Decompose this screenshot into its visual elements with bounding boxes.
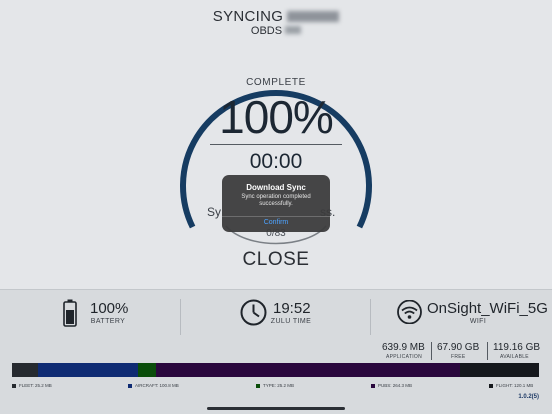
legend-aircraft-label: AIRCRAFT: 100.8 MB	[135, 383, 179, 388]
confirm-button[interactable]: Confirm	[222, 219, 330, 226]
dialog-message: Sync operation completed successfully.	[241, 194, 311, 207]
application-storage-value: 639.9 MB	[382, 342, 425, 353]
legend-pubs: PUBS: 264.3 MB	[371, 383, 412, 388]
progress-gauge	[180, 90, 372, 245]
legend-fleet: FLEET: 25.2 MB	[12, 383, 52, 388]
panel-divider-2	[370, 299, 371, 335]
wifi-network-name: OnSight_WiFi_5G	[427, 300, 548, 317]
legend-aircraft: AIRCRAFT: 100.8 MB	[128, 383, 179, 388]
close-button[interactable]: CLOSE	[226, 249, 326, 271]
home-indicator[interactable]	[207, 407, 345, 410]
available-storage-value: 119.16 GB	[493, 342, 541, 353]
free-storage-label: FREE	[451, 354, 466, 360]
dialog-divider	[222, 216, 330, 217]
wifi-icon	[397, 300, 422, 324]
legend-type: TYPE: 25.2 MB	[256, 383, 294, 388]
application-storage-label: APPLICATION	[386, 354, 422, 360]
download-sync-dialog: Download Sync Sync operation completed s…	[222, 175, 330, 232]
complete-label: COMPLETE	[246, 77, 306, 88]
status-text-left: Sy	[207, 205, 222, 219]
clock-icon	[240, 299, 267, 326]
sync-screen: SYNCING OBDS COMPLETE 100% 00:00 Sy ss. …	[0, 0, 552, 414]
legend-swatch-flight	[489, 383, 493, 388]
storage-segment-type	[138, 363, 156, 377]
zulu-time-label: ZULU TIME	[270, 318, 312, 325]
battery-value: 100%	[90, 300, 129, 317]
app-version: 1.0.2(5)	[518, 394, 539, 400]
legend-type-label: TYPE: 25.2 MB	[263, 383, 295, 388]
legend-swatch-aircraft	[128, 383, 132, 388]
storage-segment-flight	[460, 363, 539, 377]
progress-percent: 100%	[219, 91, 334, 143]
storage-divider-1	[431, 342, 432, 360]
storage-segment-aircraft	[38, 363, 138, 377]
storage-segment-pubs	[156, 363, 460, 377]
storage-segment-fleet	[12, 363, 38, 377]
legend-swatch-type	[256, 383, 260, 388]
legend-flight-label: FLIGHT: 120.1 MB	[496, 383, 534, 388]
dialog-title: Download Sync	[246, 183, 306, 192]
sync-timer: 00:00	[249, 150, 303, 173]
legend-swatch-pubs	[371, 383, 375, 388]
storage-divider-2	[487, 342, 488, 360]
wifi-label: WIFI	[469, 318, 487, 325]
gauge-divider	[210, 144, 342, 145]
available-storage-label: AVAILABLE	[500, 354, 529, 360]
free-storage-value: 67.90 GB	[437, 342, 480, 353]
battery-label: BATTERY	[90, 318, 126, 325]
zulu-time-value: 19:52	[273, 300, 311, 317]
storage-usage-bar	[12, 363, 540, 377]
legend-fleet-label: FLEET: 25.2 MB	[19, 383, 52, 388]
legend-flight: FLIGHT: 120.1 MB	[489, 383, 533, 388]
legend-pubs-label: PUBS: 264.3 MB	[378, 383, 413, 388]
panel-divider-1	[180, 299, 181, 335]
legend-swatch-fleet	[12, 383, 16, 388]
battery-icon	[63, 299, 77, 327]
